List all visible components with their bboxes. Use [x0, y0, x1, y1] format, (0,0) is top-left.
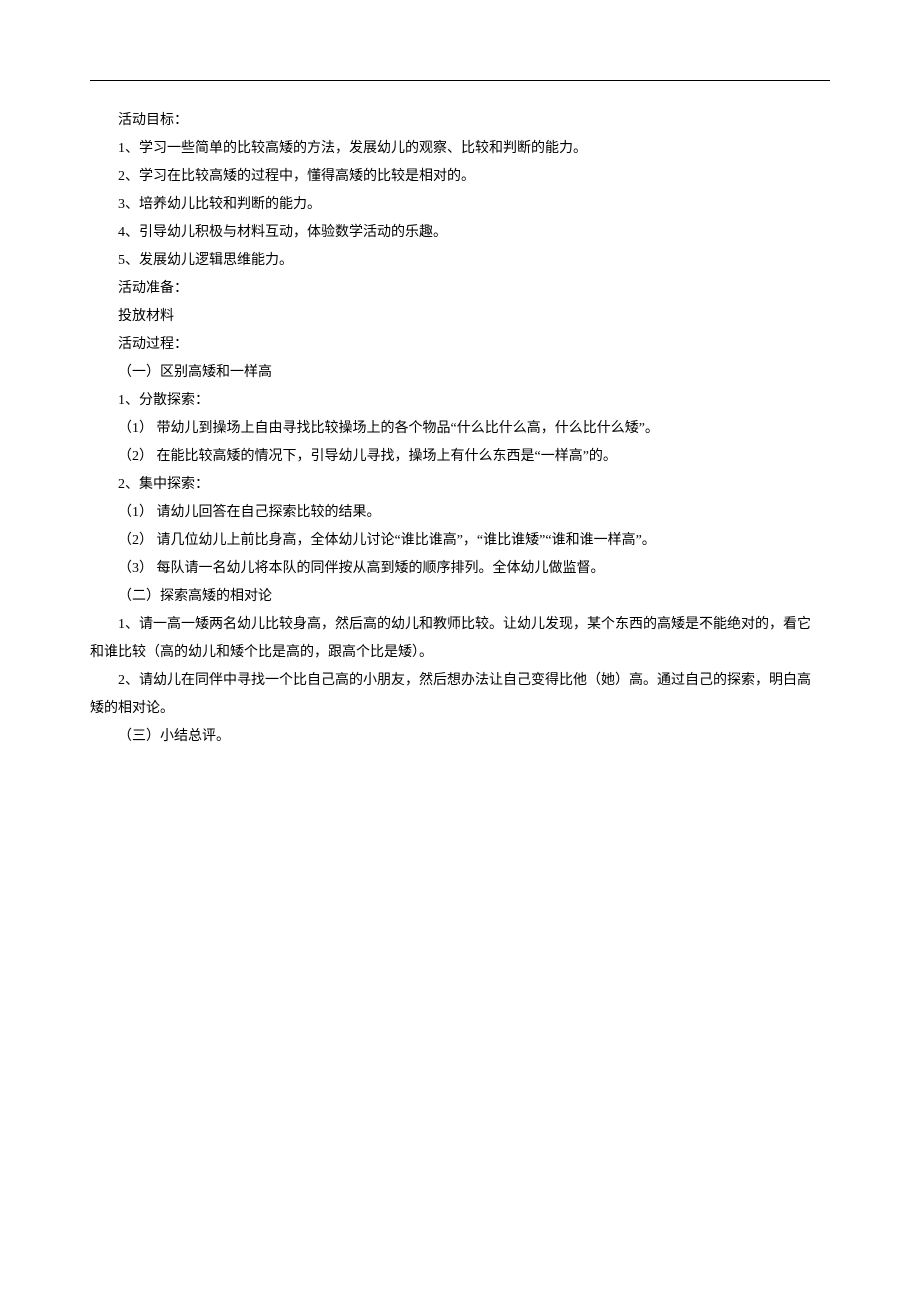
horizontal-rule	[90, 80, 830, 81]
section-process-title: 活动过程：	[90, 331, 830, 359]
body-text: 3、培养幼儿比较和判断的能力。	[90, 191, 830, 219]
subheading: （二）探索高矮的相对论	[90, 583, 830, 611]
section-prep-title: 活动准备：	[90, 275, 830, 303]
body-text: （1） 请幼儿回答在自己探索比较的结果。	[90, 499, 830, 527]
body-text: （3） 每队请一名幼儿将本队的同伴按从高到矮的顺序排列。全体幼儿做监督。	[90, 555, 830, 583]
body-text: 2、学习在比较高矮的过程中，懂得高矮的比较是相对的。	[90, 163, 830, 191]
body-text: （2） 请几位幼儿上前比身高，全体幼儿讨论“谁比谁高”，“谁比谁矮”“谁和谁一样…	[90, 527, 830, 555]
body-text: （1） 带幼儿到操场上自由寻找比较操场上的各个物品“什么比什么高，什么比什么矮”…	[90, 415, 830, 443]
subheading: （三）小结总评。	[90, 723, 830, 751]
body-text: （2） 在能比较高矮的情况下，引导幼儿寻找，操场上有什么东西是“一样高”的。	[90, 443, 830, 471]
body-text: 5、发展幼儿逻辑思维能力。	[90, 247, 830, 275]
body-text: 2、集中探索：	[90, 471, 830, 499]
body-text: 投放材料	[90, 303, 830, 331]
subheading: （一）区别高矮和一样高	[90, 359, 830, 387]
document-page: 活动目标： 1、学习一些简单的比较高矮的方法，发展幼儿的观察、比较和判断的能力。…	[0, 0, 920, 811]
body-text: 1、分散探索：	[90, 387, 830, 415]
section-goals-title: 活动目标：	[90, 107, 830, 135]
body-text: 1、学习一些简单的比较高矮的方法，发展幼儿的观察、比较和判断的能力。	[90, 135, 830, 163]
body-text: 2、请幼儿在同伴中寻找一个比自己高的小朋友，然后想办法让自己变得比他（她）高。通…	[90, 667, 830, 695]
body-text: 矮的相对论。	[90, 695, 830, 723]
body-text: 1、请一高一矮两名幼儿比较身高，然后高的幼儿和教师比较。让幼儿发现，某个东西的高…	[90, 611, 830, 639]
body-text: 和谁比较（高的幼儿和矮个比是高的，跟高个比是矮）。	[90, 639, 830, 667]
body-text: 4、引导幼儿积极与材料互动，体验数学活动的乐趣。	[90, 219, 830, 247]
